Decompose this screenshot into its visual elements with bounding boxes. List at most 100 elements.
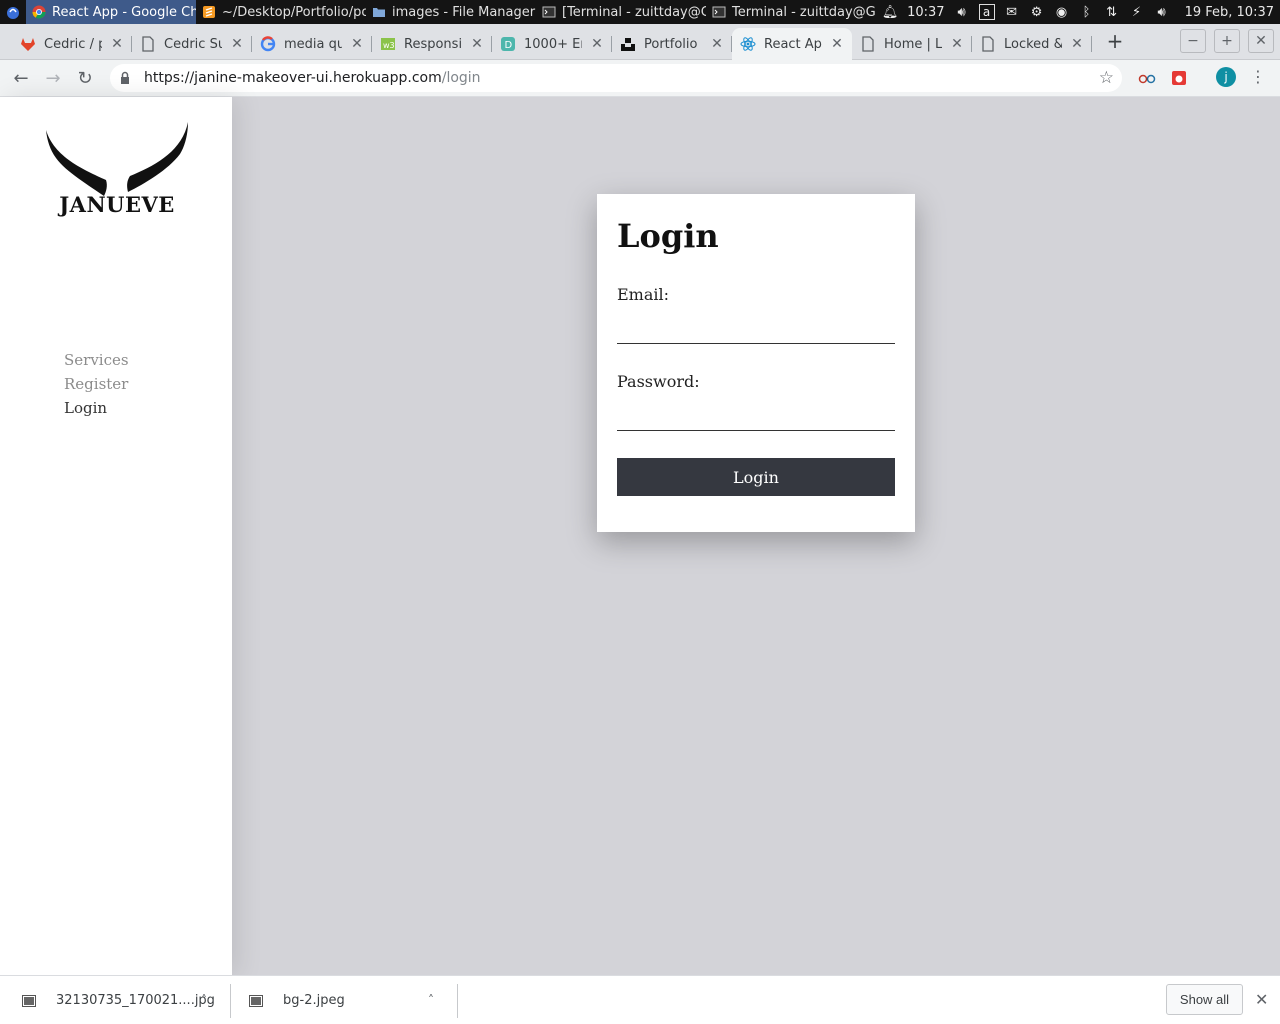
d-icon: D	[500, 36, 516, 52]
tab-portfolio[interactable]: Portfolio B ✕	[612, 28, 732, 60]
w3-icon: w3	[380, 36, 396, 52]
tab-cedric[interactable]: Cedric Suc ✕	[132, 28, 252, 60]
tab-locked[interactable]: Locked & L ✕	[972, 28, 1092, 60]
show-all-button[interactable]: Show all	[1166, 984, 1243, 1015]
forward-button[interactable]: →	[40, 66, 66, 90]
tab-google[interactable]: media que ✕	[252, 28, 372, 60]
reload-button[interactable]: ↻	[72, 66, 98, 90]
svg-text:D: D	[505, 40, 513, 51]
image-file-icon	[22, 994, 36, 1008]
chrome-icon	[32, 5, 46, 19]
taskbar-item-label: ~/Desktop/Portfolio/por...	[222, 4, 366, 20]
divider	[230, 984, 231, 1018]
close-icon[interactable]: ✕	[350, 36, 364, 52]
tab-w3schools[interactable]: w3 Responsiv ✕	[372, 28, 492, 60]
login-button[interactable]: Login	[617, 458, 895, 496]
tray-datetime[interactable]: 19 Feb, 10:37	[1185, 5, 1274, 20]
bookmark-star-icon[interactable]: ☆	[1099, 68, 1114, 88]
volume-icon[interactable]: 🔊︎	[954, 4, 970, 20]
taskbar-item-label: images - File Manager	[392, 4, 536, 20]
maximize-button[interactable]: +	[1214, 29, 1240, 53]
tab-title: 1000+ Eng	[524, 36, 582, 52]
image-file-icon	[249, 994, 263, 1008]
tray-clock[interactable]: 10:37	[907, 5, 944, 20]
taskbar-item-label: React App - Google Chr...	[52, 4, 196, 20]
tab-title: Portfolio B	[644, 36, 702, 52]
tab-home[interactable]: Home | Lo ✕	[852, 28, 972, 60]
lock-icon	[120, 71, 134, 85]
login-title: Login	[617, 217, 719, 255]
bell-icon[interactable]: 🔔︎	[882, 4, 899, 20]
nav-link-services[interactable]: Services	[64, 348, 129, 372]
close-icon[interactable]: ✕	[830, 36, 844, 52]
unsplash-icon	[620, 36, 636, 52]
folder-icon	[372, 5, 386, 19]
tab-title: Cedric / pr	[44, 36, 102, 52]
taskbar-item-sublime[interactable]: ~/Desktop/Portfolio/por...	[196, 0, 366, 24]
new-tab-button[interactable]: +	[1104, 30, 1126, 52]
page-icon	[860, 36, 876, 52]
nav-link-login[interactable]: Login	[64, 396, 129, 420]
browser-toolbar: ← → ↻ https://janine-makeover-ui.herokua…	[0, 60, 1280, 97]
close-icon[interactable]: ✕	[110, 36, 124, 52]
taskbar-item-file-manager[interactable]: images - File Manager	[366, 0, 536, 24]
address-bar[interactable]: https://janine-makeover-ui.herokuapp.com…	[110, 64, 1122, 92]
chevron-up-icon[interactable]: ˄	[428, 993, 434, 1007]
close-icon[interactable]: ✕	[470, 36, 484, 52]
minimize-button[interactable]: −	[1180, 29, 1206, 53]
tab-title: Home | Lo	[884, 36, 942, 52]
tab-title: Responsiv	[404, 36, 462, 52]
os-taskbar: React App - Google Chr... ~/Desktop/Port…	[0, 0, 1280, 24]
profile-avatar[interactable]: j	[1216, 67, 1236, 87]
eye-icon[interactable]: ◉	[1054, 4, 1070, 20]
sidebar: JANUEVE Services Register Login	[0, 97, 232, 975]
svg-text:w3: w3	[383, 41, 395, 50]
close-icon[interactable]: ✕	[950, 36, 964, 52]
brand-name: JANUEVE	[59, 192, 175, 217]
brightness-icon[interactable]: ⚙	[1029, 4, 1045, 20]
power-icon[interactable]: ⚡	[1129, 4, 1145, 20]
tab-title: media que	[284, 36, 342, 52]
download-item[interactable]: bg-2.jpeg	[249, 976, 345, 1024]
extension-glasses-icon[interactable]	[1137, 68, 1157, 88]
chevron-up-icon[interactable]: ˄	[201, 993, 207, 1007]
reload-icon: ↻	[77, 67, 93, 89]
tab-react-app[interactable]: React App ✕	[732, 28, 852, 60]
close-icon[interactable]: ✕	[1070, 36, 1084, 52]
taskbar-item-terminal-2[interactable]: Terminal - zuittday@GE...	[706, 0, 876, 24]
close-icon[interactable]: ✕	[230, 36, 244, 52]
a-icon[interactable]: a	[978, 4, 995, 20]
taskbar-item-chrome[interactable]: React App - Google Chr...	[26, 0, 196, 24]
tab-gitlab[interactable]: Cedric / pr ✕	[12, 28, 132, 60]
tab-1000-english[interactable]: D 1000+ Eng ✕	[492, 28, 612, 60]
password-input[interactable]	[617, 405, 895, 431]
back-button[interactable]: ←	[8, 66, 34, 90]
extension-red-icon[interactable]	[1169, 68, 1189, 88]
network-icon[interactable]: ⇅	[1104, 4, 1120, 20]
page-viewport: JANUEVE Services Register Login Login Em…	[0, 97, 1280, 975]
bluetooth-icon[interactable]: ᛒ	[1079, 4, 1095, 20]
chrome-menu-icon[interactable]: ⋮	[1250, 66, 1266, 88]
page-icon	[140, 36, 156, 52]
divider	[457, 984, 458, 1018]
url-host: https://janine-makeover-ui.herokuapp.com	[144, 70, 442, 86]
login-card: Login Email: Password: Login	[597, 194, 915, 532]
gitlab-icon	[20, 36, 36, 52]
download-item[interactable]: 32130735_170021....jpg	[22, 976, 215, 1024]
taskbar-item-terminal-1[interactable]: [Terminal - zuittday@G...	[536, 0, 706, 24]
close-icon[interactable]: ✕	[590, 36, 604, 52]
browser-tabstrip: Cedric / pr ✕ Cedric Suc ✕ media que ✕ w…	[0, 24, 1280, 60]
email-input[interactable]	[617, 318, 895, 344]
download-filename: 32130735_170021....jpg	[56, 993, 215, 1008]
mail-icon[interactable]: ✉	[1004, 4, 1020, 20]
app-menu-icon[interactable]	[0, 0, 26, 24]
window-close-button[interactable]: ✕	[1248, 29, 1274, 53]
page-icon	[980, 36, 996, 52]
nav-link-register[interactable]: Register	[64, 372, 129, 396]
close-icon[interactable]: ✕	[710, 36, 724, 52]
system-tray: 🔔︎ 10:37 🔊︎ a ✉ ⚙ ◉ ᛒ ⇅ ⚡ 🔊︎ 19 Feb, 10:…	[882, 0, 1274, 24]
react-icon	[740, 36, 756, 52]
taskbar-item-label: [Terminal - zuittday@G...	[562, 4, 706, 20]
volume-icon[interactable]: 🔊︎	[1154, 4, 1170, 20]
close-icon[interactable]: ✕	[1255, 990, 1268, 1009]
